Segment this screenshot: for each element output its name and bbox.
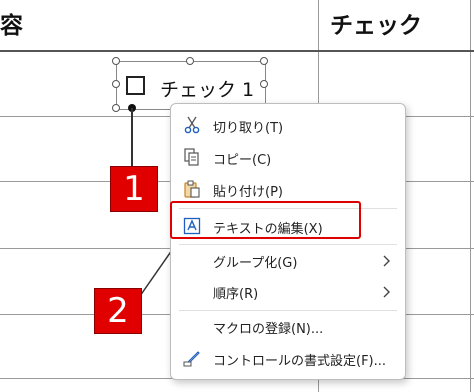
menu-item-label: グループ化(G) bbox=[213, 256, 298, 271]
menu-item-order[interactable]: 順序(R) bbox=[171, 276, 405, 306]
menu-item-paste[interactable]: 貼り付け(P) bbox=[171, 174, 405, 204]
copy-icon bbox=[182, 147, 202, 167]
context-menu: 切り取り(T) コピー(C) 貼り付け(P) テキストの編集(X) グループ化(… bbox=[170, 103, 406, 380]
menu-item-assign-macro[interactable]: マクロの登録(N)... bbox=[171, 311, 405, 341]
menu-item-label: 貼り付け(P) bbox=[213, 185, 283, 200]
menu-item-label: コピー(C) bbox=[213, 153, 272, 168]
menu-item-cut[interactable]: 切り取り(T) bbox=[171, 110, 405, 140]
menu-item-copy[interactable]: コピー(C) bbox=[171, 142, 405, 172]
menu-item-label: コントロールの書式設定(F)... bbox=[213, 354, 387, 369]
chevron-right-icon bbox=[379, 284, 393, 298]
menu-item-group[interactable]: グループ化(G) bbox=[171, 245, 405, 275]
menu-item-format-control[interactable]: コントロールの書式設定(F)... bbox=[171, 343, 405, 373]
chevron-right-icon bbox=[379, 253, 393, 267]
format-control-icon bbox=[182, 348, 202, 368]
menu-item-label: マクロの登録(N)... bbox=[213, 322, 324, 337]
callout-badge-2: 2 bbox=[94, 288, 142, 334]
menu-item-label: 順序(R) bbox=[213, 287, 259, 302]
highlight-box bbox=[170, 201, 361, 239]
menu-item-label: 切り取り(T) bbox=[213, 121, 284, 136]
scissors-icon bbox=[182, 115, 202, 135]
paste-icon bbox=[182, 179, 202, 199]
